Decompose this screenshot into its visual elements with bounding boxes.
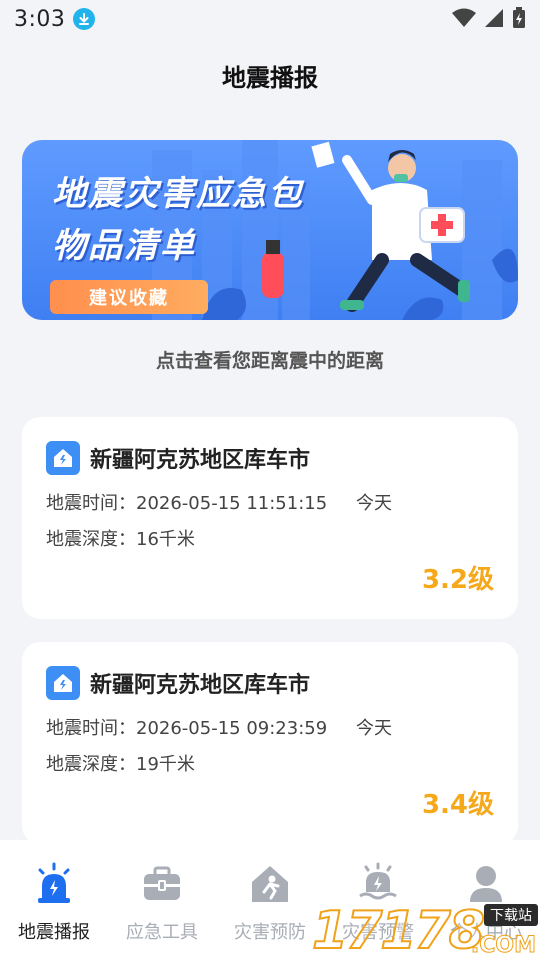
wifi-icon (452, 8, 476, 32)
quake-card[interactable]: 新疆阿克苏地区库车市 地震时间：2026-05-15 11:51:15 今天 地… (22, 417, 518, 619)
download-icon (73, 8, 96, 30)
toolbox-icon (140, 862, 184, 906)
card-header: 新疆阿克苏地区库车市 (46, 441, 310, 475)
quake-day: 今天 (356, 493, 392, 514)
nav-label: 地震播报 (18, 922, 90, 943)
nav-item-emergency-tools[interactable]: 应急工具 (108, 840, 216, 960)
quake-time-row: 地震时间：2026-05-15 11:51:15 (46, 489, 327, 515)
watermark-suffix: .COM (470, 933, 536, 959)
quake-depth: 19千米 (136, 754, 195, 775)
signal-icon (484, 8, 504, 32)
status-time: 3:03 (14, 6, 66, 32)
earthquake-house-icon (46, 441, 80, 475)
quake-location: 新疆阿克苏地区库车市 (90, 448, 311, 473)
watermark-text: 17178 (311, 901, 486, 960)
banner-title-line2: 物品清单 (52, 226, 196, 266)
quake-time: 2026-05-15 09:23:59 (136, 718, 328, 739)
site-watermark: 17178 .COM 下载站 (311, 901, 540, 960)
emergency-kit-banner[interactable]: 地震灾害应急包 物品清单 建议收藏 (22, 140, 518, 320)
quake-day: 今天 (356, 718, 392, 739)
bookmark-button[interactable]: 建议收藏 (50, 280, 208, 314)
quake-magnitude: 3.4级 (421, 790, 494, 820)
banner-title: 地震灾害应急包 物品清单 (52, 168, 304, 272)
nav-item-earthquake-report[interactable]: 地震播报 (0, 840, 108, 960)
status-bar: 3:03 (0, 0, 540, 38)
quake-time: 2026-05-15 11:51:15 (136, 493, 328, 514)
quake-card[interactable]: 新疆阿克苏地区库车市 地震时间：2026-05-15 09:23:59 今天 地… (22, 642, 518, 844)
nav-item-disaster-prevention[interactable]: 灾害预防 (216, 840, 324, 960)
quake-depth-label: 地震深度： (46, 529, 136, 550)
user-icon (464, 862, 508, 906)
house-person-icon (248, 862, 292, 906)
card-header: 新疆阿克苏地区库车市 (46, 666, 310, 700)
battery-charging-icon (512, 7, 526, 33)
quake-time-row: 地震时间：2026-05-15 09:23:59 (46, 714, 327, 740)
page-title: 地震播报 (222, 64, 318, 92)
alarm-light-icon (32, 862, 76, 906)
distance-hint[interactable]: 点击查看您距离震中的距离 (0, 346, 540, 373)
earthquake-house-icon (46, 666, 80, 700)
quake-magnitude: 3.2级 (421, 565, 494, 595)
nav-label: 灾害预防 (234, 922, 306, 943)
warning-icon (356, 862, 400, 906)
watermark-tag: 下载站 (484, 904, 538, 926)
quake-depth-row: 地震深度：19千米 (46, 750, 195, 776)
quake-depth: 16千米 (136, 529, 195, 550)
quake-location: 新疆阿克苏地区库车市 (90, 673, 311, 698)
quake-time-label: 地震时间： (46, 718, 136, 739)
quake-depth-row: 地震深度：16千米 (46, 525, 195, 551)
nav-label: 应急工具 (126, 922, 198, 943)
quake-depth-label: 地震深度： (46, 754, 136, 775)
banner-title-line1: 地震灾害应急包 (52, 174, 304, 214)
quake-time-label: 地震时间： (46, 493, 136, 514)
